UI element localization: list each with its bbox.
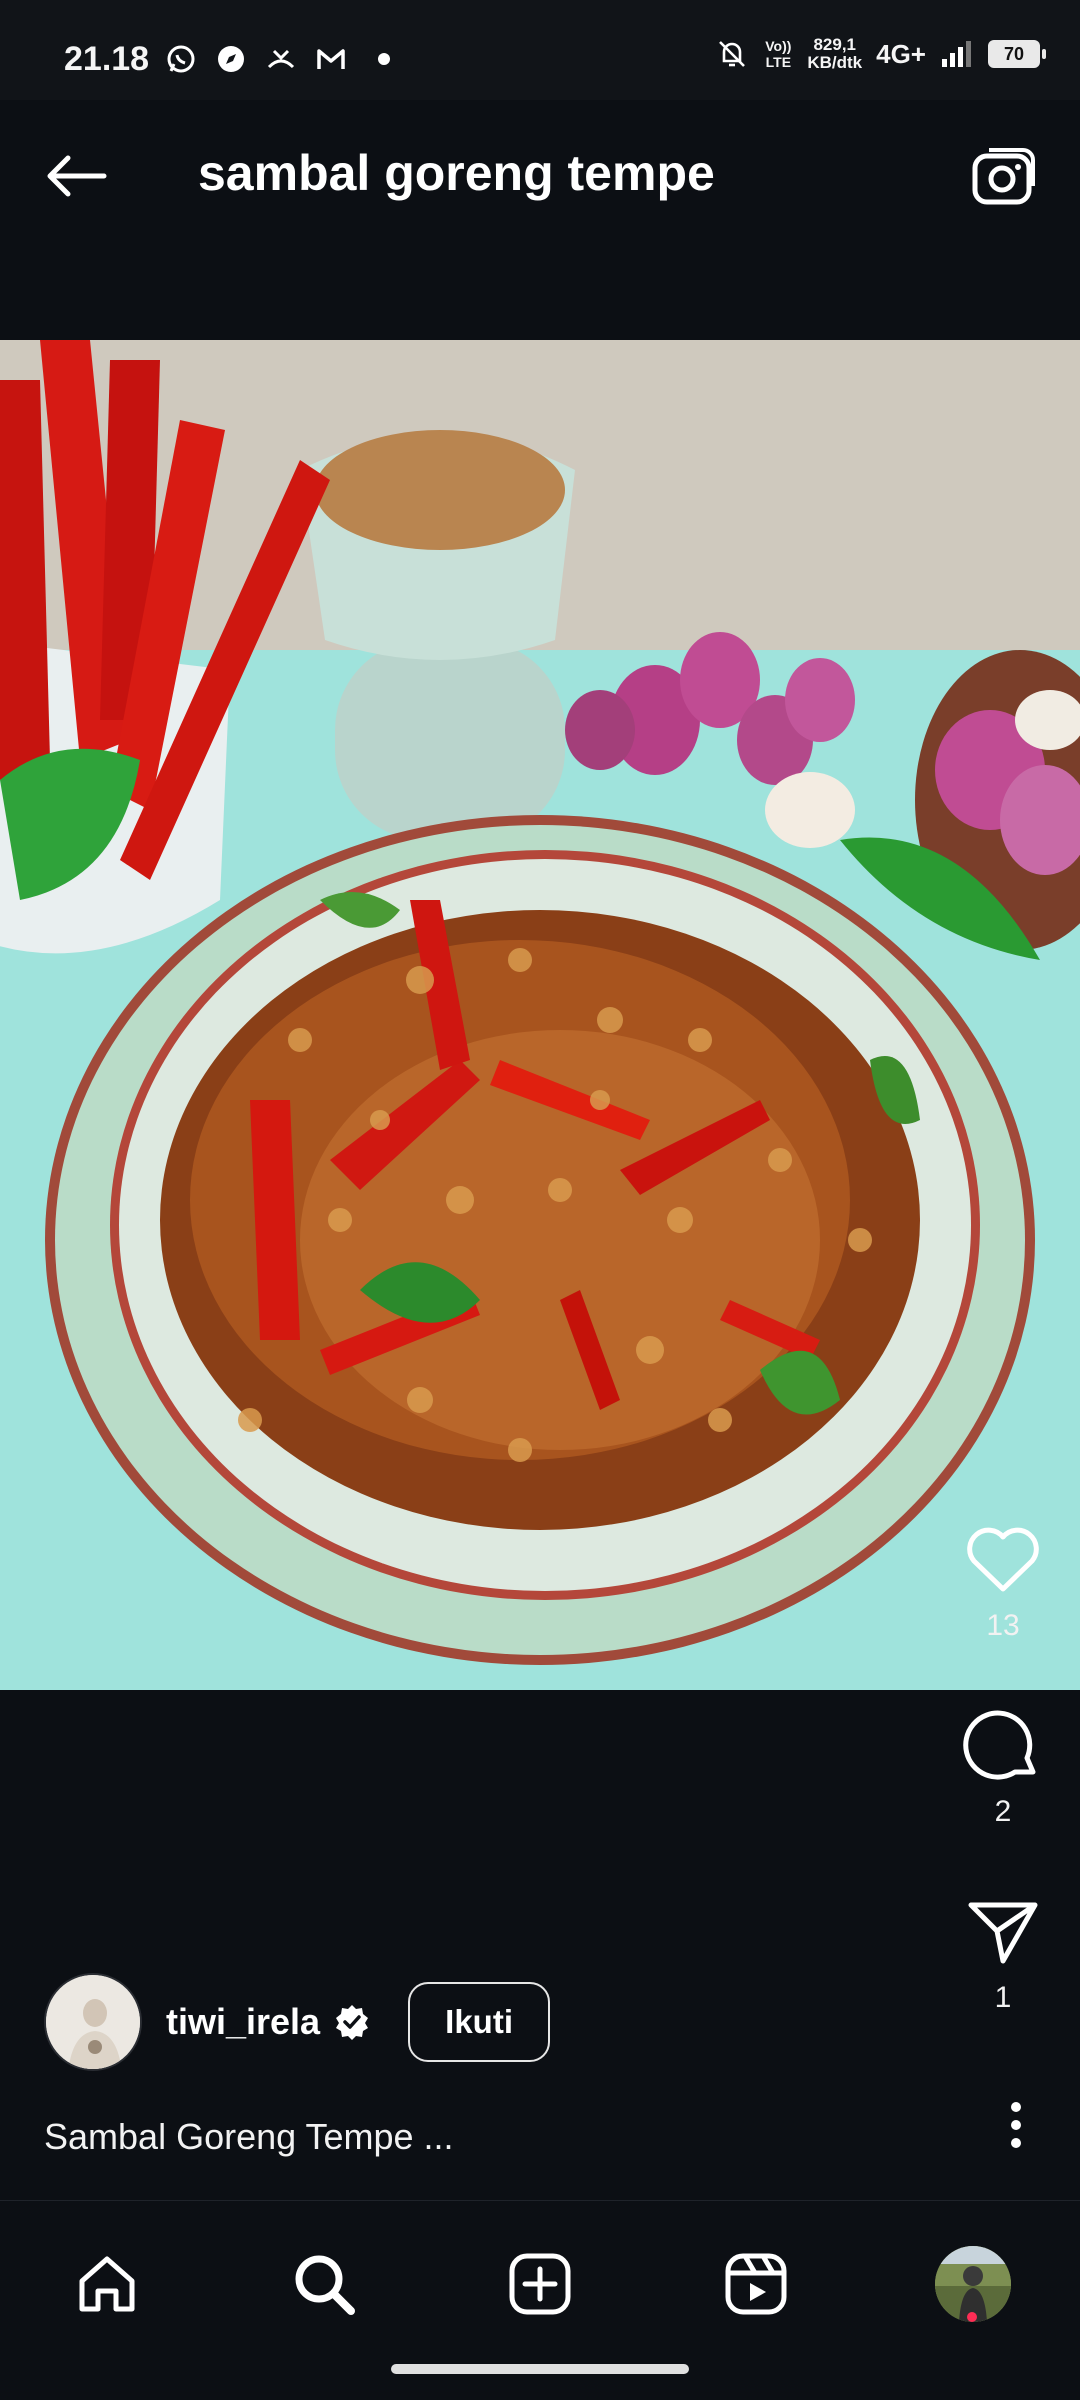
home-indicator[interactable] bbox=[391, 2364, 689, 2374]
arrow-left-icon bbox=[47, 155, 107, 197]
plus-square-icon bbox=[509, 2253, 571, 2315]
network-speed: 829,1 KB/dtk bbox=[807, 36, 862, 72]
reels-icon bbox=[725, 2253, 787, 2315]
search-icon bbox=[295, 2255, 355, 2315]
status-right-icons: Vo)) LTE 829,1 KB/dtk 4G+ 70 bbox=[715, 36, 1046, 72]
profile-avatar-image bbox=[935, 2246, 1011, 2322]
battery-indicator: 70 bbox=[988, 40, 1046, 68]
author-avatar-image bbox=[46, 1975, 140, 2069]
page-title: sambal goreng tempe bbox=[198, 145, 715, 201]
post-caption[interactable]: Sambal Goreng Tempe ... bbox=[44, 2116, 454, 2158]
signal-icon bbox=[940, 37, 974, 71]
share-count: 1 bbox=[994, 1981, 1012, 2014]
nav-search[interactable] bbox=[279, 2239, 369, 2329]
more-notifications-dot bbox=[378, 53, 390, 65]
profile-notification-dot bbox=[967, 2312, 977, 2322]
home-icon bbox=[79, 2256, 135, 2312]
gmail-icon bbox=[314, 42, 348, 76]
header: sambal goreng tempe bbox=[0, 100, 1080, 340]
verified-badge-icon bbox=[332, 2002, 372, 2042]
author-avatar[interactable] bbox=[44, 1973, 142, 2071]
status-bar: 21.18 Vo)) LTE 829,1 KB/dtk 4G+ 70 bbox=[0, 0, 1080, 100]
profile-avatar bbox=[935, 2246, 1011, 2322]
whatsapp-icon bbox=[164, 42, 198, 76]
volte-indicator: Vo)) LTE bbox=[765, 38, 792, 70]
missed-call-icon bbox=[264, 42, 298, 76]
mute-bell-icon bbox=[715, 37, 749, 71]
status-time: 21.18 bbox=[64, 40, 150, 78]
status-left-icons bbox=[164, 42, 390, 76]
like-count: 13 bbox=[986, 1609, 1020, 1642]
comment-count: 2 bbox=[994, 1795, 1012, 1828]
heart-icon bbox=[967, 1527, 1039, 1592]
network-speed-unit: KB/dtk bbox=[807, 53, 863, 72]
nav-create[interactable] bbox=[495, 2239, 585, 2329]
nav-home[interactable] bbox=[62, 2239, 152, 2329]
food-photo-illustration bbox=[0, 340, 1080, 1690]
author-row: tiwi_irela Ikuti bbox=[44, 1972, 551, 2072]
paper-plane-icon bbox=[968, 1902, 1038, 1964]
camera-button[interactable] bbox=[968, 140, 1040, 212]
author-username[interactable]: tiwi_irela bbox=[166, 2001, 320, 2043]
follow-button[interactable]: Ikuti bbox=[408, 1982, 551, 2062]
network-speed-value: 829,1 bbox=[813, 35, 856, 54]
action-rail: 13 2 1 bbox=[948, 1515, 1058, 2073]
more-options-button[interactable] bbox=[986, 2090, 1046, 2160]
compass-icon bbox=[214, 42, 248, 76]
more-vertical-icon bbox=[1011, 2102, 1021, 2148]
comment-button[interactable] bbox=[958, 1701, 1048, 1791]
comment-bubble-icon bbox=[963, 1710, 1036, 1780]
share-button[interactable] bbox=[958, 1887, 1048, 1977]
like-button[interactable] bbox=[958, 1515, 1048, 1605]
nav-reels[interactable] bbox=[711, 2239, 801, 2329]
camera-icon bbox=[972, 148, 1035, 205]
back-button[interactable] bbox=[40, 140, 112, 212]
network-type: 4G+ bbox=[876, 38, 926, 69]
post-image[interactable] bbox=[0, 340, 1080, 1690]
